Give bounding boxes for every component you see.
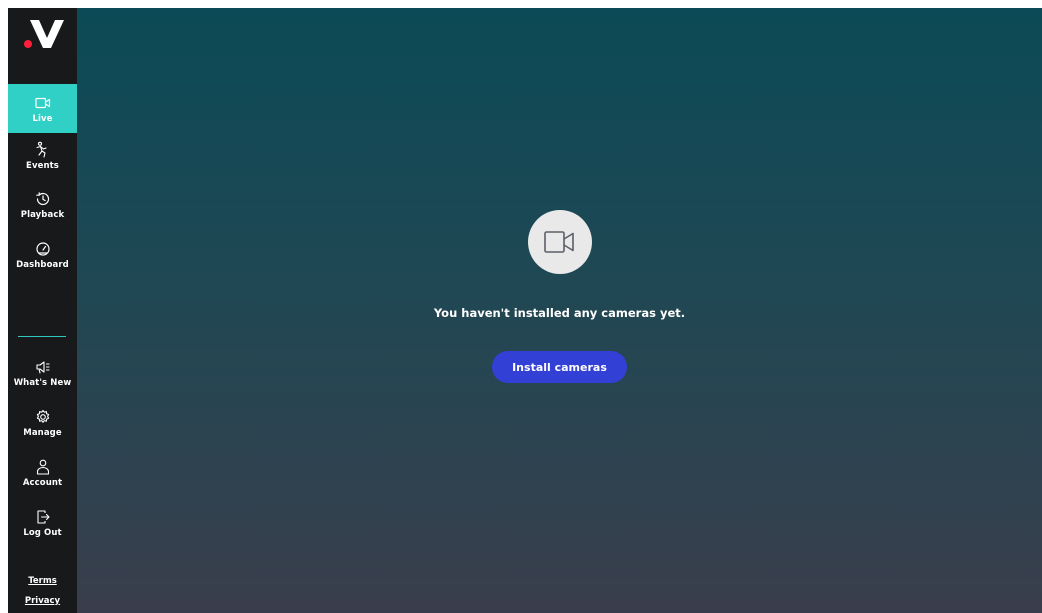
sidebar-item-events[interactable]: Events [8,141,77,171]
empty-state: You haven't installed any cameras yet. I… [77,210,1042,383]
logo-v-mark [30,20,64,48]
sidebar-item-playback[interactable]: Playback [8,190,77,220]
sidebar-item-label: Manage [23,428,62,438]
video-camera-icon [543,231,574,253]
empty-state-icon-circle [527,210,592,274]
sidebar-item-label: Account [22,478,63,488]
sidebar-item-live[interactable]: Live [8,84,77,133]
megaphone-icon [35,361,50,374]
history-clock-icon [35,192,49,206]
sidebar-item-label: Live [32,113,53,124]
install-cameras-button[interactable]: Install cameras [492,351,627,383]
main-content: You haven't installed any cameras yet. I… [77,8,1042,613]
running-person-icon [35,141,47,158]
sidebar-item-label: Dashboard [16,260,69,270]
app-window: Live Events Playback Dashboard What's Ne… [8,8,1042,613]
empty-state-message: You haven't installed any cameras yet. [433,306,686,320]
sidebar: Live Events Playback Dashboard What's Ne… [8,8,77,613]
gauge-icon [35,242,50,256]
sidebar-item-label: Events [26,161,59,171]
user-icon [36,459,49,475]
video-camera-icon [34,97,50,108]
brand-logo[interactable] [8,8,77,63]
gear-icon [36,409,49,423]
sidebar-item-label: What's New [13,378,72,388]
sidebar-item-log-out[interactable]: Log Out [8,508,77,538]
sidebar-item-account[interactable]: Account [8,458,77,488]
logout-icon [36,510,50,524]
terms-link[interactable]: Terms [8,576,77,586]
sidebar-item-whats-new[interactable]: What's New [8,358,77,388]
sidebar-divider [18,336,66,337]
sidebar-item-label: Log Out [23,528,62,538]
sidebar-item-label: Playback [20,210,65,220]
sidebar-item-manage[interactable]: Manage [8,408,77,438]
sidebar-item-dashboard[interactable]: Dashboard [8,240,77,270]
privacy-link[interactable]: Privacy [8,596,77,606]
